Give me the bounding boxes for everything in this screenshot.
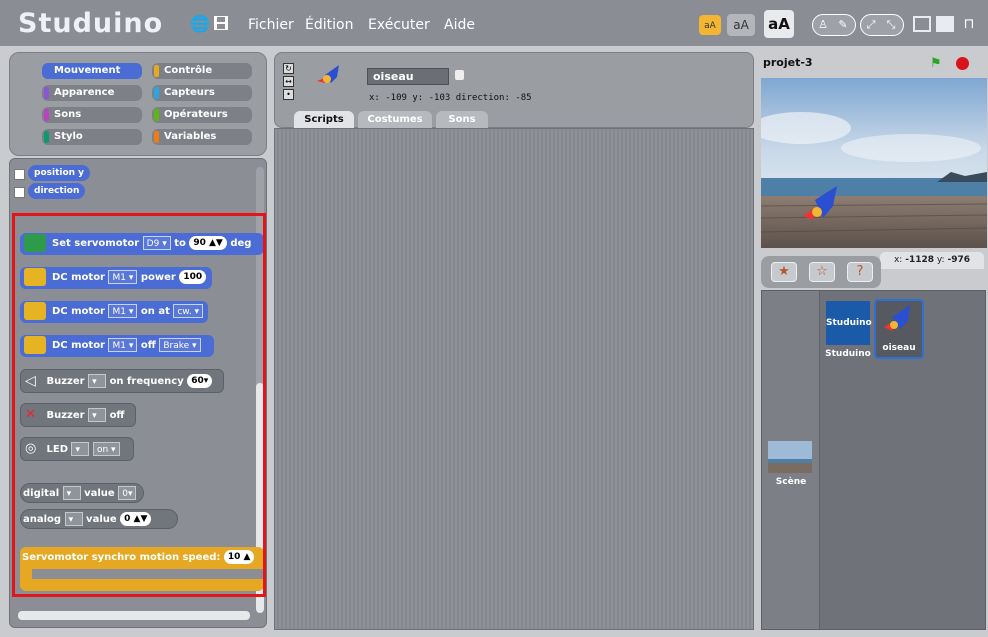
coord-y-label: y: [936,255,945,265]
globe-icon[interactable]: 🌐 [190,15,210,33]
sprite-name-field[interactable]: oiseau [367,68,449,85]
stage-canvas[interactable] [761,78,987,248]
sprite-oiseau-label: oiseau [882,343,916,353]
direction-checkbox[interactable] [14,187,25,198]
coord-x-label: x: [893,255,903,265]
category-apparence[interactable]: Apparence [42,85,142,101]
tab-costumes[interactable]: Costumes [358,111,432,128]
category-swatch [44,131,49,143]
menu-executer[interactable]: Exécuter [368,17,430,33]
category-label: Capteurs [164,87,215,98]
choose-sprite-icon[interactable]: ☆ [809,262,835,282]
project-title: projet-3 [763,56,813,69]
rotation-style-buttons: ↻ ↔ • [283,63,294,105]
presentation-icon[interactable]: ⊓ [960,15,978,33]
coord-x-value: -1128 [905,255,935,265]
sprite-list: Scène Studuino Studuino oiseau [761,290,986,630]
font-small-button[interactable]: aA [699,15,721,35]
shrink-icon[interactable]: ⤡ [881,15,901,35]
layout-2-icon[interactable] [936,16,954,32]
green-flag-icon[interactable]: ⚑ [930,56,942,71]
sprite-studuino-label: Studuino [825,349,871,359]
category-label: Opérateurs [164,109,228,120]
menu-fichier[interactable]: Fichier [248,17,294,33]
person-icon[interactable]: ♙ [813,15,833,35]
tab-sons[interactable]: Sons [436,111,488,128]
position-y-checkbox[interactable] [14,169,25,180]
category-swatch [44,109,49,121]
category-controle[interactable]: Contrôle [152,63,252,79]
random-sprite-icon[interactable]: ? [847,262,873,282]
font-large-button[interactable]: aA [764,10,794,38]
oiseau-thumbnail [884,305,910,331]
script-area[interactable] [274,128,754,630]
stop-icon[interactable] [956,57,969,70]
new-sprite-toolbar: ★ ☆ ? [761,256,881,288]
layout-1-icon[interactable] [913,16,931,32]
category-swatch [154,65,159,77]
category-operateurs[interactable]: Opérateurs [152,107,252,123]
mouse-coordinates: x: -1128 y: -976 [880,252,984,269]
rotate-icon[interactable]: ↻ [283,63,294,74]
app-logo: Studuino [18,8,164,39]
category-palette: Mouvement Contrôle Apparence Capteurs So… [9,52,267,156]
save-icon[interactable] [212,15,230,33]
flip-icon[interactable]: ↔ [283,76,294,87]
sprite-thumbnail-icon [313,63,345,94]
palette-horizontal-scrollbar[interactable] [18,611,250,620]
scene-thumbnail[interactable] [768,441,812,473]
category-sons[interactable]: Sons [42,107,142,123]
category-label: Sons [54,109,82,120]
category-label: Variables [164,131,217,142]
scene-label: Scène [775,477,807,487]
highlight-rectangle [12,213,266,597]
sprite-coordinates: x: -109 y: -103 direction: -85 [369,93,532,103]
category-swatch [154,131,159,143]
expand-icon[interactable]: ⤢ [861,15,881,35]
paint-sprite-icon[interactable]: ★ [771,262,797,282]
category-capteurs[interactable]: Capteurs [152,85,252,101]
menu-edition[interactable]: Édition [305,17,353,33]
menu-aide[interactable]: Aide [444,17,475,33]
no-rotate-icon[interactable]: • [283,89,294,100]
block-direction[interactable]: direction [28,183,86,199]
block-position-y[interactable]: position y [28,165,91,181]
category-swatch [44,65,49,77]
category-label: Stylo [54,131,83,142]
category-mouvement[interactable]: Mouvement [42,63,142,79]
sprite-oiseau-tile[interactable]: oiseau [874,299,924,359]
tab-scripts[interactable]: Scripts [294,111,354,128]
wrench-icon[interactable]: ✎ [833,15,853,35]
category-swatch [44,87,49,99]
sprite-studuino-thumbnail[interactable]: Studuino [826,301,872,345]
category-variables[interactable]: Variables [152,129,252,145]
font-medium-button[interactable]: aA [727,14,755,36]
tool-pill-right: ⤢ ⤡ [860,14,904,36]
top-bar: Studuino 🌐 Fichier Édition Exécuter Aide… [0,0,988,46]
category-label: Apparence [54,87,115,98]
scene-column: Scène [762,291,820,629]
category-stylo[interactable]: Stylo [42,129,142,145]
category-swatch [154,87,159,99]
category-label: Contrôle [164,65,213,76]
lock-icon[interactable] [455,70,464,80]
tool-pill-left: ♙ ✎ [812,14,856,36]
coord-y-value: -976 [947,255,971,265]
category-swatch [154,109,159,121]
category-label: Mouvement [54,65,121,76]
